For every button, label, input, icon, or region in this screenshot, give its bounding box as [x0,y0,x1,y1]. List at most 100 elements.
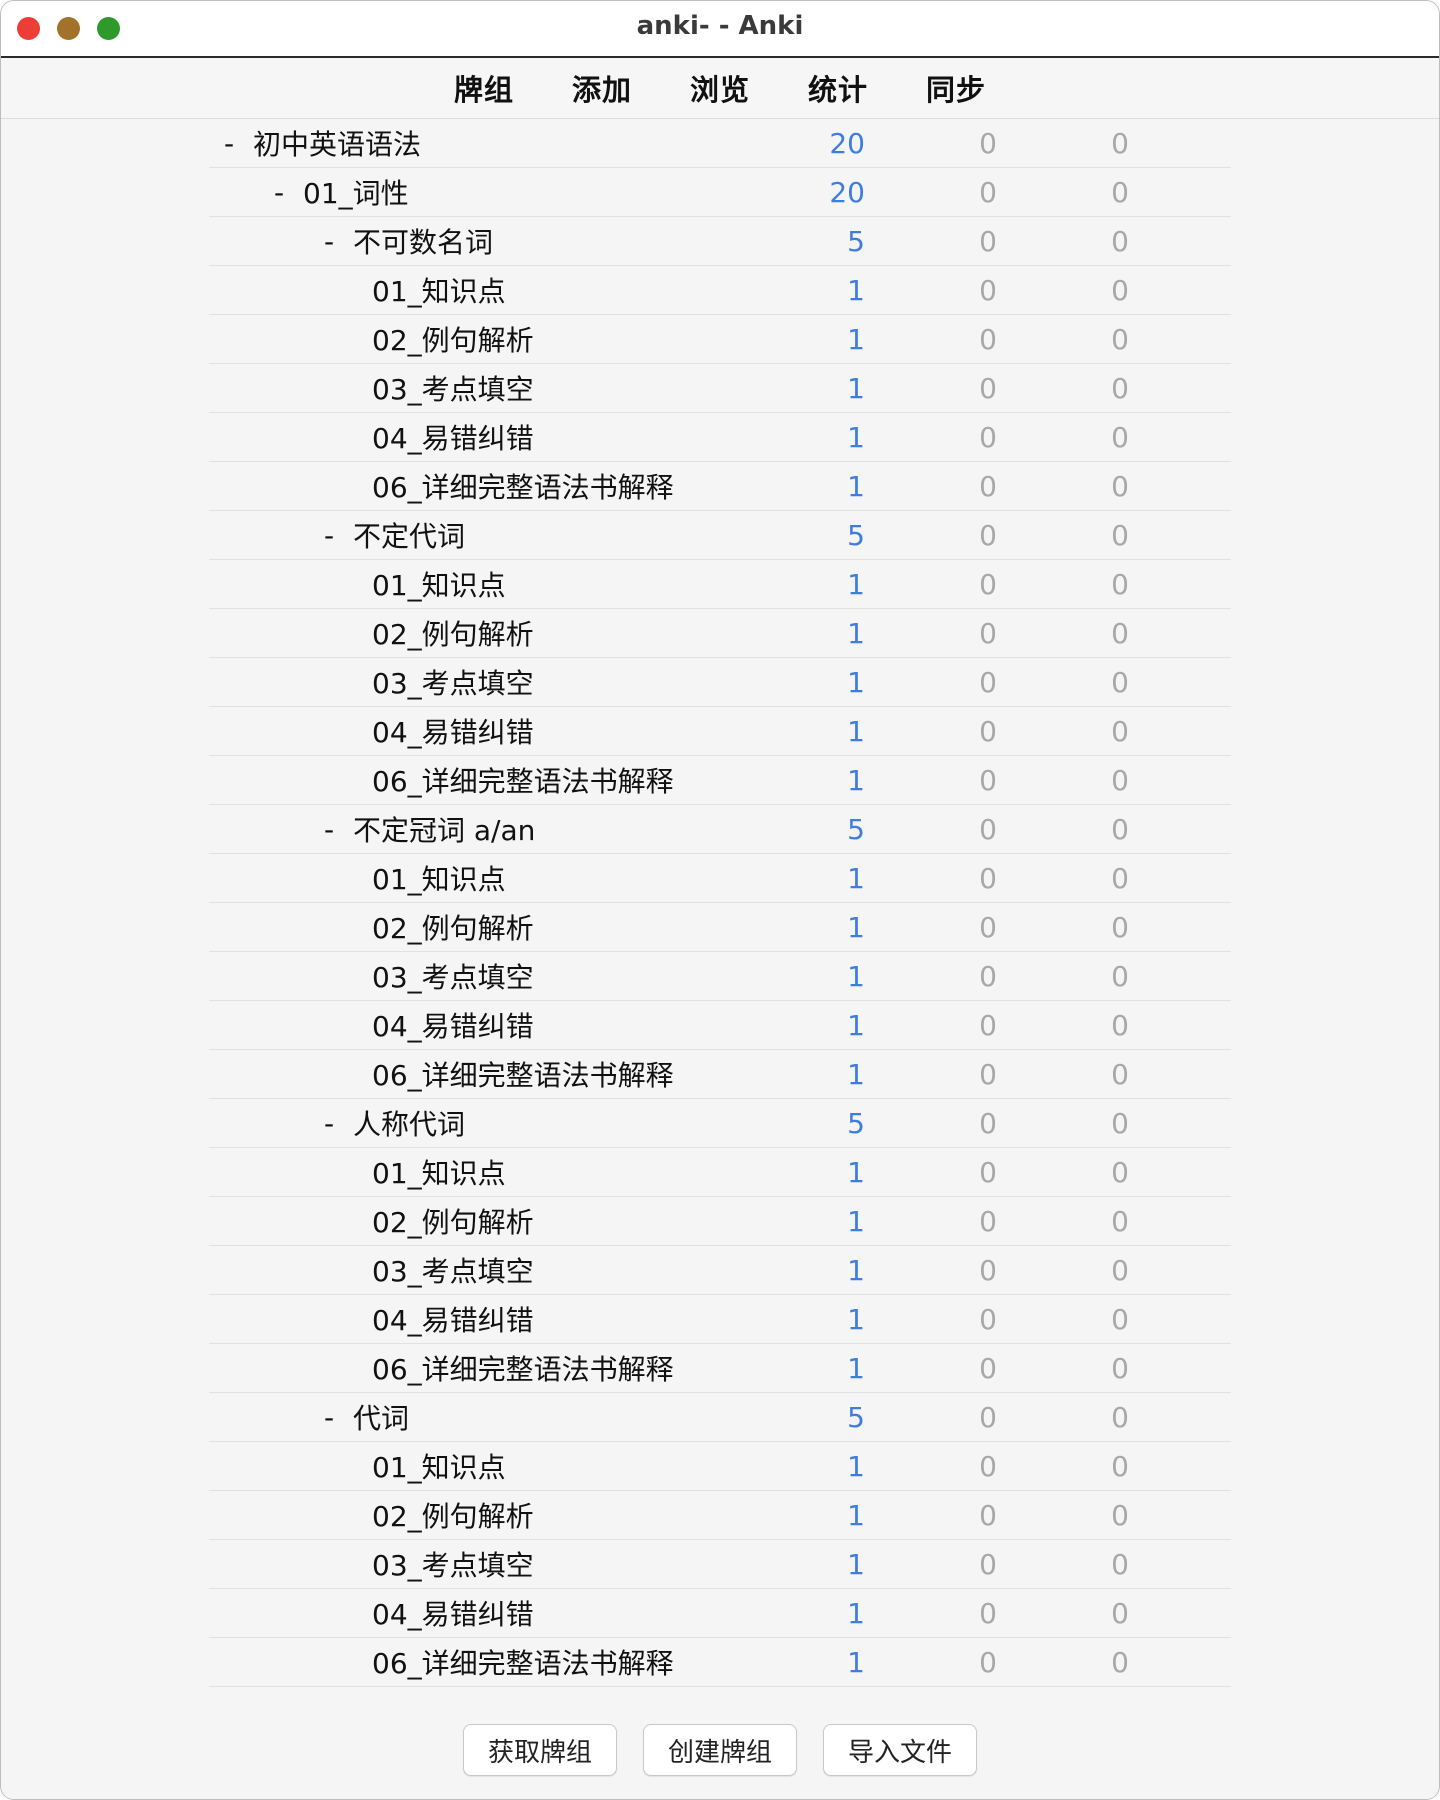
deck-name[interactable]: 人称代词 [353,1103,465,1143]
due-count: 0 [1111,126,1129,160]
deck-name[interactable]: 01_知识点 [372,564,506,604]
deck-name[interactable]: 不定代词 [353,515,465,555]
deck-name[interactable]: 02_例句解析 [372,613,534,653]
due-count: 0 [1111,273,1129,307]
deck-row[interactable]: 04_易错纠错 1 0 0 [209,1001,1231,1050]
toolbar-add-button[interactable]: 添加 [572,67,632,109]
collapse-toggle[interactable]: - [319,225,339,258]
deck-name[interactable]: 06_详细完整语法书解释 [372,760,674,800]
deck-list[interactable]: - 初中英语语法 20 0 0-01_词性 20 0 0- 不可数名词 5 0 0 01_知识点 1 0 0 0… [1,119,1439,1699]
deck-row[interactable]: 02_例句解析 1 0 0 [209,609,1231,658]
new-count: 1 [847,1204,865,1238]
due-count: 0 [1111,1351,1129,1385]
deck-row[interactable]: 03_考点填空 1 0 0 [209,1540,1231,1589]
toolbar-browse-button[interactable]: 浏览 [690,67,750,109]
toolbar-decks-button[interactable]: 牌组 [454,67,514,109]
deck-name[interactable]: 01_知识点 [372,858,506,898]
deck-row[interactable]: - 不定冠词 a/an 5 0 0 [209,805,1231,854]
deck-name[interactable]: 01_知识点 [372,1446,506,1486]
due-count: 0 [1111,763,1129,797]
due-count: 0 [1111,1547,1129,1581]
deck-row[interactable]: 03_考点填空 1 0 0 [209,658,1231,707]
due-count: 0 [1111,861,1129,895]
deck-name[interactable]: 01_知识点 [372,1152,506,1192]
import-file-button[interactable]: 导入文件 [823,1724,978,1776]
deck-row[interactable]: -01_词性 20 0 0 [209,168,1231,217]
deck-row[interactable]: - 初中英语语法 20 0 0 [209,119,1231,168]
deck-row[interactable]: 01_知识点 1 0 0 [209,1148,1231,1197]
toolbar-sync-button[interactable]: 同步 [926,67,986,109]
deck-name[interactable]: 03_考点填空 [372,368,534,408]
deck-row[interactable]: 03_考点填空 1 0 0 [209,952,1231,1001]
deck-row[interactable]: 01_知识点 1 0 0 [209,1442,1231,1491]
deck-name[interactable]: 03_考点填空 [372,1544,534,1584]
deck-name[interactable]: 03_考点填空 [372,1250,534,1290]
deck-row[interactable]: 06_详细完整语法书解释 1 0 0 [209,1344,1231,1393]
deck-row[interactable]: 04_易错纠错 1 0 0 [209,707,1231,756]
deck-row[interactable]: 01_知识点 1 0 0 [209,266,1231,315]
collapse-toggle[interactable]: - [269,176,289,209]
learning-count: 0 [979,1302,997,1336]
deck-name[interactable]: 不定冠词 a/an [353,809,535,849]
collapse-toggle[interactable]: - [319,1401,339,1434]
deck-name[interactable]: 04_易错纠错 [372,417,534,457]
deck-name[interactable]: 02_例句解析 [372,1201,534,1241]
deck-name[interactable]: 04_易错纠错 [372,1005,534,1045]
deck-name[interactable]: 02_例句解析 [372,907,534,947]
deck-row[interactable]: 03_考点填空 1 0 0 [209,364,1231,413]
deck-row[interactable]: 01_知识点 1 0 0 [209,854,1231,903]
deck-row[interactable]: 04_易错纠错 1 0 0 [209,1295,1231,1344]
deck-name[interactable]: 04_易错纠错 [372,1299,534,1339]
deck-row[interactable]: 06_详细完整语法书解释 1 0 0 [209,756,1231,805]
deck-row[interactable]: 02_例句解析 1 0 0 [209,903,1231,952]
deck-name[interactable]: 06_详细完整语法书解释 [372,1642,674,1682]
deck-row[interactable]: 02_例句解析 1 0 0 [209,315,1231,364]
deck-name[interactable]: 03_考点填空 [372,662,534,702]
deck-name[interactable]: 不可数名词 [353,221,493,261]
deck-name[interactable]: 01_词性 [303,172,409,212]
deck-row[interactable]: - 不定代词 5 0 0 [209,511,1231,560]
deck-row[interactable]: 04_易错纠错 1 0 0 [209,1589,1231,1638]
deck-row[interactable]: 02_例句解析 1 0 0 [209,1197,1231,1246]
learning-count: 0 [979,1204,997,1238]
deck-row[interactable]: 06_详细完整语法书解释 1 0 0 [209,1638,1231,1687]
deck-name[interactable]: 02_例句解析 [372,1495,534,1535]
deck-row[interactable]: - 代词 5 0 0 [209,1393,1231,1442]
collapse-toggle[interactable]: - [319,519,339,552]
deck-row[interactable]: 06_详细完整语法书解释 1 0 0 [209,462,1231,511]
deck-name[interactable]: 01_知识点 [372,270,506,310]
get-shared-decks-button[interactable]: 获取牌组 [462,1724,617,1776]
deck-row[interactable]: 06_详细完整语法书解释 1 0 0 [209,1050,1231,1099]
deck-name[interactable]: 代词 [353,1397,409,1437]
deck-row[interactable]: - 人称代词 5 0 0 [209,1099,1231,1148]
toolbar-stats-button[interactable]: 统计 [808,67,868,109]
deck-name[interactable]: 初中英语语法 [253,123,421,163]
collapse-toggle[interactable]: - [319,1107,339,1140]
new-count: 1 [847,1155,865,1189]
deck-row[interactable]: 02_例句解析 1 0 0 [209,1491,1231,1540]
deck-name[interactable]: 02_例句解析 [372,319,534,359]
deck-name[interactable]: 03_考点填空 [372,956,534,996]
learning-count: 0 [979,1008,997,1042]
learning-count: 0 [979,322,997,356]
create-deck-button[interactable]: 创建牌组 [642,1724,797,1776]
new-count: 5 [847,1106,865,1140]
due-count: 0 [1111,469,1129,503]
deck-name[interactable]: 06_详细完整语法书解释 [372,466,674,506]
deck-name[interactable]: 06_详细完整语法书解释 [372,1054,674,1094]
deck-row[interactable]: 03_考点填空 1 0 0 [209,1246,1231,1295]
deck-name[interactable]: 04_易错纠错 [372,1593,534,1633]
collapse-toggle[interactable]: - [219,127,239,160]
deck-row[interactable]: 反身代词500 [209,1687,1231,1699]
collapse-toggle[interactable]: - [319,813,339,846]
new-count: 1 [847,420,865,454]
deck-name[interactable]: 06_详细完整语法书解释 [372,1348,674,1388]
learning-count: 0 [979,1351,997,1385]
deck-name[interactable]: 04_易错纠错 [372,711,534,751]
deck-row[interactable]: 01_知识点 1 0 0 [209,560,1231,609]
deck-row[interactable]: - 不可数名词 5 0 0 [209,217,1231,266]
title-bar: anki- - Anki [1,1,1439,58]
due-count: 0 [1111,1596,1129,1630]
deck-row[interactable]: 04_易错纠错 1 0 0 [209,413,1231,462]
new-count: 1 [847,959,865,993]
